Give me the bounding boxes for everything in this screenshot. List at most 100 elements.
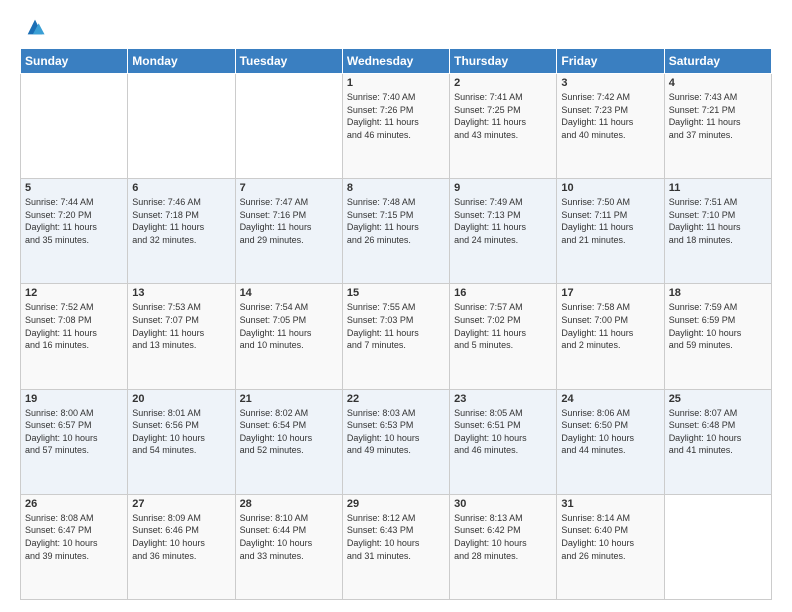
calendar-cell: 28Sunrise: 8:10 AM Sunset: 6:44 PM Dayli… bbox=[235, 494, 342, 599]
calendar-cell: 11 Sunrise: 7:51 AM Sunset: 7:10 PM Dayli… bbox=[664, 179, 771, 284]
logo-icon bbox=[24, 16, 46, 38]
day-info: Sunrise: 7:46 AM Sunset: 7:18 PM Dayligh… bbox=[132, 196, 230, 246]
day-number: 26 bbox=[25, 498, 123, 510]
calendar-cell: 2Sunrise: 7:41 AM Sunset: 7:25 PM Daylig… bbox=[450, 74, 557, 179]
day-number: 16 bbox=[454, 287, 552, 299]
day-info: Sunrise: 7:49 AM Sunset: 7:13 PM Dayligh… bbox=[454, 196, 552, 246]
day-info: Sunrise: 7:54 AM Sunset: 7:05 PM Dayligh… bbox=[240, 301, 338, 351]
calendar-cell: 31 Sunrise: 8:14 AM Sunset: 6:40 PM Dayli… bbox=[557, 494, 664, 599]
day-number: 23 bbox=[454, 393, 552, 405]
calendar-cell: 16 Sunrise: 7:57 AM Sunset: 7:02 PM Dayli… bbox=[450, 284, 557, 389]
calendar-cell: 18 Sunrise: 7:59 AM Sunset: 6:59 PM Dayli… bbox=[664, 284, 771, 389]
day-number: 22 bbox=[347, 393, 445, 405]
day-number: 9 bbox=[454, 182, 552, 194]
day-number: 7 bbox=[240, 182, 338, 194]
calendar-cell: 5 Sunrise: 7:44 AM Sunset: 7:20 PM Daylig… bbox=[21, 179, 128, 284]
day-info: Sunrise: 7:52 AM Sunset: 7:08 PM Dayligh… bbox=[25, 301, 123, 351]
calendar-cell: 26 Sunrise: 8:08 AM Sunset: 6:47 PM Dayli… bbox=[21, 494, 128, 599]
calendar-cell bbox=[21, 74, 128, 179]
day-info: Sunrise: 7:57 AM Sunset: 7:02 PM Dayligh… bbox=[454, 301, 552, 351]
calendar-cell: 7 Sunrise: 7:47 AM Sunset: 7:16 PM Daylig… bbox=[235, 179, 342, 284]
calendar-cell: 1 Sunrise: 7:40 AM Sunset: 7:26 PM Daylig… bbox=[342, 74, 449, 179]
weekday-thursday: Thursday bbox=[450, 49, 557, 74]
day-info: Sunrise: 7:53 AM Sunset: 7:07 PM Dayligh… bbox=[132, 301, 230, 351]
calendar-cell: 17 Sunrise: 7:58 AM Sunset: 7:00 PM Dayli… bbox=[557, 284, 664, 389]
calendar-cell: 10 Sunrise: 7:50 AM Sunset: 7:11 PM Dayli… bbox=[557, 179, 664, 284]
day-info: Sunrise: 8:02 AM Sunset: 6:54 PM Dayligh… bbox=[240, 407, 338, 457]
calendar-cell: 3 Sunrise: 7:42 AM Sunset: 7:23 PM Daylig… bbox=[557, 74, 664, 179]
weekday-header-row: SundayMondayTuesdayWednesdayThursdayFrid… bbox=[21, 49, 772, 74]
day-info: Sunrise: 8:07 AM Sunset: 6:48 PM Dayligh… bbox=[669, 407, 767, 457]
day-info: Sunrise: 8:14 AM Sunset: 6:40 PM Dayligh… bbox=[561, 512, 659, 562]
day-number: 27 bbox=[132, 498, 230, 510]
calendar-cell: 19Sunrise: 8:00 AM Sunset: 6:57 PM Dayli… bbox=[21, 389, 128, 494]
day-info: Sunrise: 7:50 AM Sunset: 7:11 PM Dayligh… bbox=[561, 196, 659, 246]
day-info: Sunrise: 7:59 AM Sunset: 6:59 PM Dayligh… bbox=[669, 301, 767, 351]
day-info: Sunrise: 8:06 AM Sunset: 6:50 PM Dayligh… bbox=[561, 407, 659, 457]
day-number: 29 bbox=[347, 498, 445, 510]
day-number: 3 bbox=[561, 77, 659, 89]
day-info: Sunrise: 7:42 AM Sunset: 7:23 PM Dayligh… bbox=[561, 91, 659, 141]
calendar-cell bbox=[235, 74, 342, 179]
calendar-cell: 30 Sunrise: 8:13 AM Sunset: 6:42 PM Dayli… bbox=[450, 494, 557, 599]
day-info: Sunrise: 8:05 AM Sunset: 6:51 PM Dayligh… bbox=[454, 407, 552, 457]
calendar-cell: 13Sunrise: 7:53 AM Sunset: 7:07 PM Dayli… bbox=[128, 284, 235, 389]
day-number: 11 bbox=[669, 182, 767, 194]
calendar-cell: 25 Sunrise: 8:07 AM Sunset: 6:48 PM Dayli… bbox=[664, 389, 771, 494]
weekday-friday: Friday bbox=[557, 49, 664, 74]
day-info: Sunrise: 7:55 AM Sunset: 7:03 PM Dayligh… bbox=[347, 301, 445, 351]
day-number: 17 bbox=[561, 287, 659, 299]
weekday-monday: Monday bbox=[128, 49, 235, 74]
day-number: 14 bbox=[240, 287, 338, 299]
day-number: 15 bbox=[347, 287, 445, 299]
week-row-2: 5 Sunrise: 7:44 AM Sunset: 7:20 PM Daylig… bbox=[21, 179, 772, 284]
day-info: Sunrise: 7:48 AM Sunset: 7:15 PM Dayligh… bbox=[347, 196, 445, 246]
day-number: 20 bbox=[132, 393, 230, 405]
day-info: Sunrise: 8:10 AM Sunset: 6:44 PM Dayligh… bbox=[240, 512, 338, 562]
page: SundayMondayTuesdayWednesdayThursdayFrid… bbox=[0, 0, 792, 612]
day-info: Sunrise: 7:51 AM Sunset: 7:10 PM Dayligh… bbox=[669, 196, 767, 246]
day-info: Sunrise: 7:43 AM Sunset: 7:21 PM Dayligh… bbox=[669, 91, 767, 141]
day-info: Sunrise: 8:13 AM Sunset: 6:42 PM Dayligh… bbox=[454, 512, 552, 562]
calendar-cell: 27 Sunrise: 8:09 AM Sunset: 6:46 PM Dayli… bbox=[128, 494, 235, 599]
calendar-cell bbox=[128, 74, 235, 179]
day-info: Sunrise: 8:12 AM Sunset: 6:43 PM Dayligh… bbox=[347, 512, 445, 562]
calendar-cell: 4Sunrise: 7:43 AM Sunset: 7:21 PM Daylig… bbox=[664, 74, 771, 179]
weekday-saturday: Saturday bbox=[664, 49, 771, 74]
day-info: Sunrise: 7:40 AM Sunset: 7:26 PM Dayligh… bbox=[347, 91, 445, 141]
calendar-cell: 21 Sunrise: 8:02 AM Sunset: 6:54 PM Dayli… bbox=[235, 389, 342, 494]
header bbox=[20, 16, 772, 38]
calendar-cell: 20Sunrise: 8:01 AM Sunset: 6:56 PM Dayli… bbox=[128, 389, 235, 494]
calendar-cell: 22Sunrise: 8:03 AM Sunset: 6:53 PM Dayli… bbox=[342, 389, 449, 494]
day-number: 12 bbox=[25, 287, 123, 299]
day-info: Sunrise: 7:44 AM Sunset: 7:20 PM Dayligh… bbox=[25, 196, 123, 246]
week-row-5: 26 Sunrise: 8:08 AM Sunset: 6:47 PM Dayli… bbox=[21, 494, 772, 599]
day-info: Sunrise: 7:47 AM Sunset: 7:16 PM Dayligh… bbox=[240, 196, 338, 246]
day-number: 8 bbox=[347, 182, 445, 194]
day-number: 24 bbox=[561, 393, 659, 405]
calendar-cell: 12 Sunrise: 7:52 AM Sunset: 7:08 PM Dayli… bbox=[21, 284, 128, 389]
day-info: Sunrise: 8:08 AM Sunset: 6:47 PM Dayligh… bbox=[25, 512, 123, 562]
day-number: 31 bbox=[561, 498, 659, 510]
day-number: 1 bbox=[347, 77, 445, 89]
logo bbox=[20, 16, 46, 38]
weekday-wednesday: Wednesday bbox=[342, 49, 449, 74]
week-row-1: 1 Sunrise: 7:40 AM Sunset: 7:26 PM Daylig… bbox=[21, 74, 772, 179]
calendar-cell: 9 Sunrise: 7:49 AM Sunset: 7:13 PM Daylig… bbox=[450, 179, 557, 284]
day-info: Sunrise: 8:09 AM Sunset: 6:46 PM Dayligh… bbox=[132, 512, 230, 562]
calendar-cell: 8 Sunrise: 7:48 AM Sunset: 7:15 PM Daylig… bbox=[342, 179, 449, 284]
day-number: 19 bbox=[25, 393, 123, 405]
day-info: Sunrise: 7:58 AM Sunset: 7:00 PM Dayligh… bbox=[561, 301, 659, 351]
calendar-cell: 23 Sunrise: 8:05 AM Sunset: 6:51 PM Dayli… bbox=[450, 389, 557, 494]
calendar-cell: 6Sunrise: 7:46 AM Sunset: 7:18 PM Daylig… bbox=[128, 179, 235, 284]
calendar-cell: 15 Sunrise: 7:55 AM Sunset: 7:03 PM Dayli… bbox=[342, 284, 449, 389]
day-number: 10 bbox=[561, 182, 659, 194]
day-number: 25 bbox=[669, 393, 767, 405]
day-number: 5 bbox=[25, 182, 123, 194]
day-number: 21 bbox=[240, 393, 338, 405]
day-number: 30 bbox=[454, 498, 552, 510]
calendar-cell: 29 Sunrise: 8:12 AM Sunset: 6:43 PM Dayli… bbox=[342, 494, 449, 599]
week-row-3: 12 Sunrise: 7:52 AM Sunset: 7:08 PM Dayli… bbox=[21, 284, 772, 389]
day-number: 18 bbox=[669, 287, 767, 299]
day-number: 2 bbox=[454, 77, 552, 89]
